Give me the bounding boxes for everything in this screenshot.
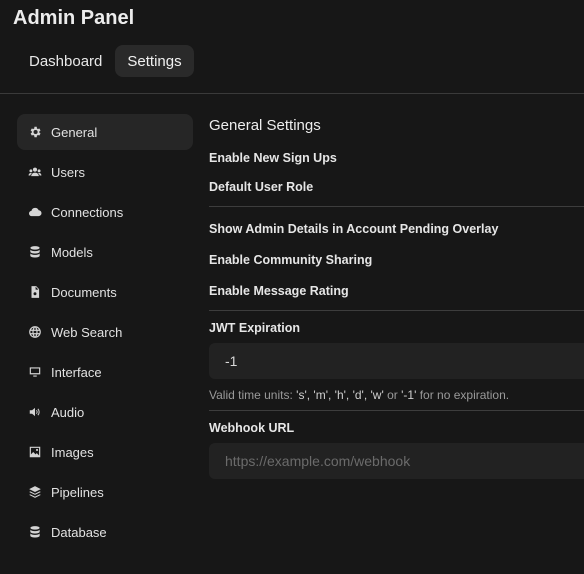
webhook-url-input[interactable] [209,443,584,479]
speaker-icon [27,404,43,420]
settings-sidebar: General Users Connections Models Documen… [17,114,193,554]
jwt-expiration-label: JWT Expiration [209,321,300,335]
sidebar-item-label: Database [51,524,107,540]
enable-community-sharing-label: Enable Community Sharing [209,253,373,267]
enable-signups-label: Enable New Sign Ups [209,151,337,165]
jwt-help-never: '-1' [401,388,417,402]
cloud-icon [27,204,43,220]
top-tabs: Dashboard Settings [17,45,194,77]
sidebar-item-documents[interactable]: Documents [17,274,193,310]
divider [209,410,584,411]
header-divider [0,93,584,94]
sidebar-item-audio[interactable]: Audio [17,394,193,430]
sidebar-item-interface[interactable]: Interface [17,354,193,390]
sidebar-item-images[interactable]: Images [17,434,193,470]
sidebar-item-connections[interactable]: Connections [17,194,193,230]
users-icon [27,164,43,180]
divider [209,310,584,311]
jwt-help-or: or [387,388,398,402]
sidebar-item-label: Connections [51,204,124,220]
webhook-url-label: Webhook URL [209,421,295,435]
database-icon [27,244,43,260]
jwt-help-text: Valid time units: 's', 'm', 'h', 'd', 'w… [209,388,584,402]
tab-settings[interactable]: Settings [115,45,194,77]
globe-icon [27,324,43,340]
monitor-icon [27,364,43,380]
page-title: Admin Panel [13,7,135,29]
sidebar-item-database[interactable]: Database [17,514,193,550]
divider [209,206,584,207]
sidebar-item-users[interactable]: Users [17,154,193,190]
sidebar-item-label: Pipelines [51,484,104,500]
sidebar-item-label: Audio [51,404,85,420]
sidebar-item-label: Users [51,164,85,180]
default-role-label: Default User Role [209,180,314,194]
jwt-help-prefix: Valid time units: [209,388,293,402]
document-icon [27,284,43,300]
sidebar-item-general[interactable]: General [17,114,193,150]
database-icon [27,524,43,540]
layers-icon [27,484,43,500]
jwt-help-suffix: for no expiration. [419,388,510,402]
sidebar-item-pipelines[interactable]: Pipelines [17,474,193,510]
sidebar-item-label: Images [51,444,94,460]
sidebar-item-label: General [51,124,98,140]
sidebar-item-label: Models [51,244,93,260]
sidebar-item-web-search[interactable]: Web Search [17,314,193,350]
sidebar-item-label: Interface [51,364,102,380]
section-title: General Settings [209,117,321,134]
jwt-expiration-input[interactable] [209,343,584,379]
sidebar-item-label: Web Search [51,324,123,340]
enable-message-rating-label: Enable Message Rating [209,284,349,298]
sidebar-item-models[interactable]: Models [17,234,193,270]
admin-panel: Admin Panel Dashboard Settings General U… [0,0,584,574]
jwt-help-units: 's', 'm', 'h', 'd', 'w' [296,388,384,402]
sidebar-item-label: Documents [51,284,117,300]
show-admin-details-label: Show Admin Details in Account Pending Ov… [209,222,499,236]
tab-dashboard[interactable]: Dashboard [17,45,114,77]
general-settings-panel: General Settings Enable New Sign Ups Def… [209,114,584,479]
gear-icon [27,124,43,140]
image-icon [27,444,43,460]
